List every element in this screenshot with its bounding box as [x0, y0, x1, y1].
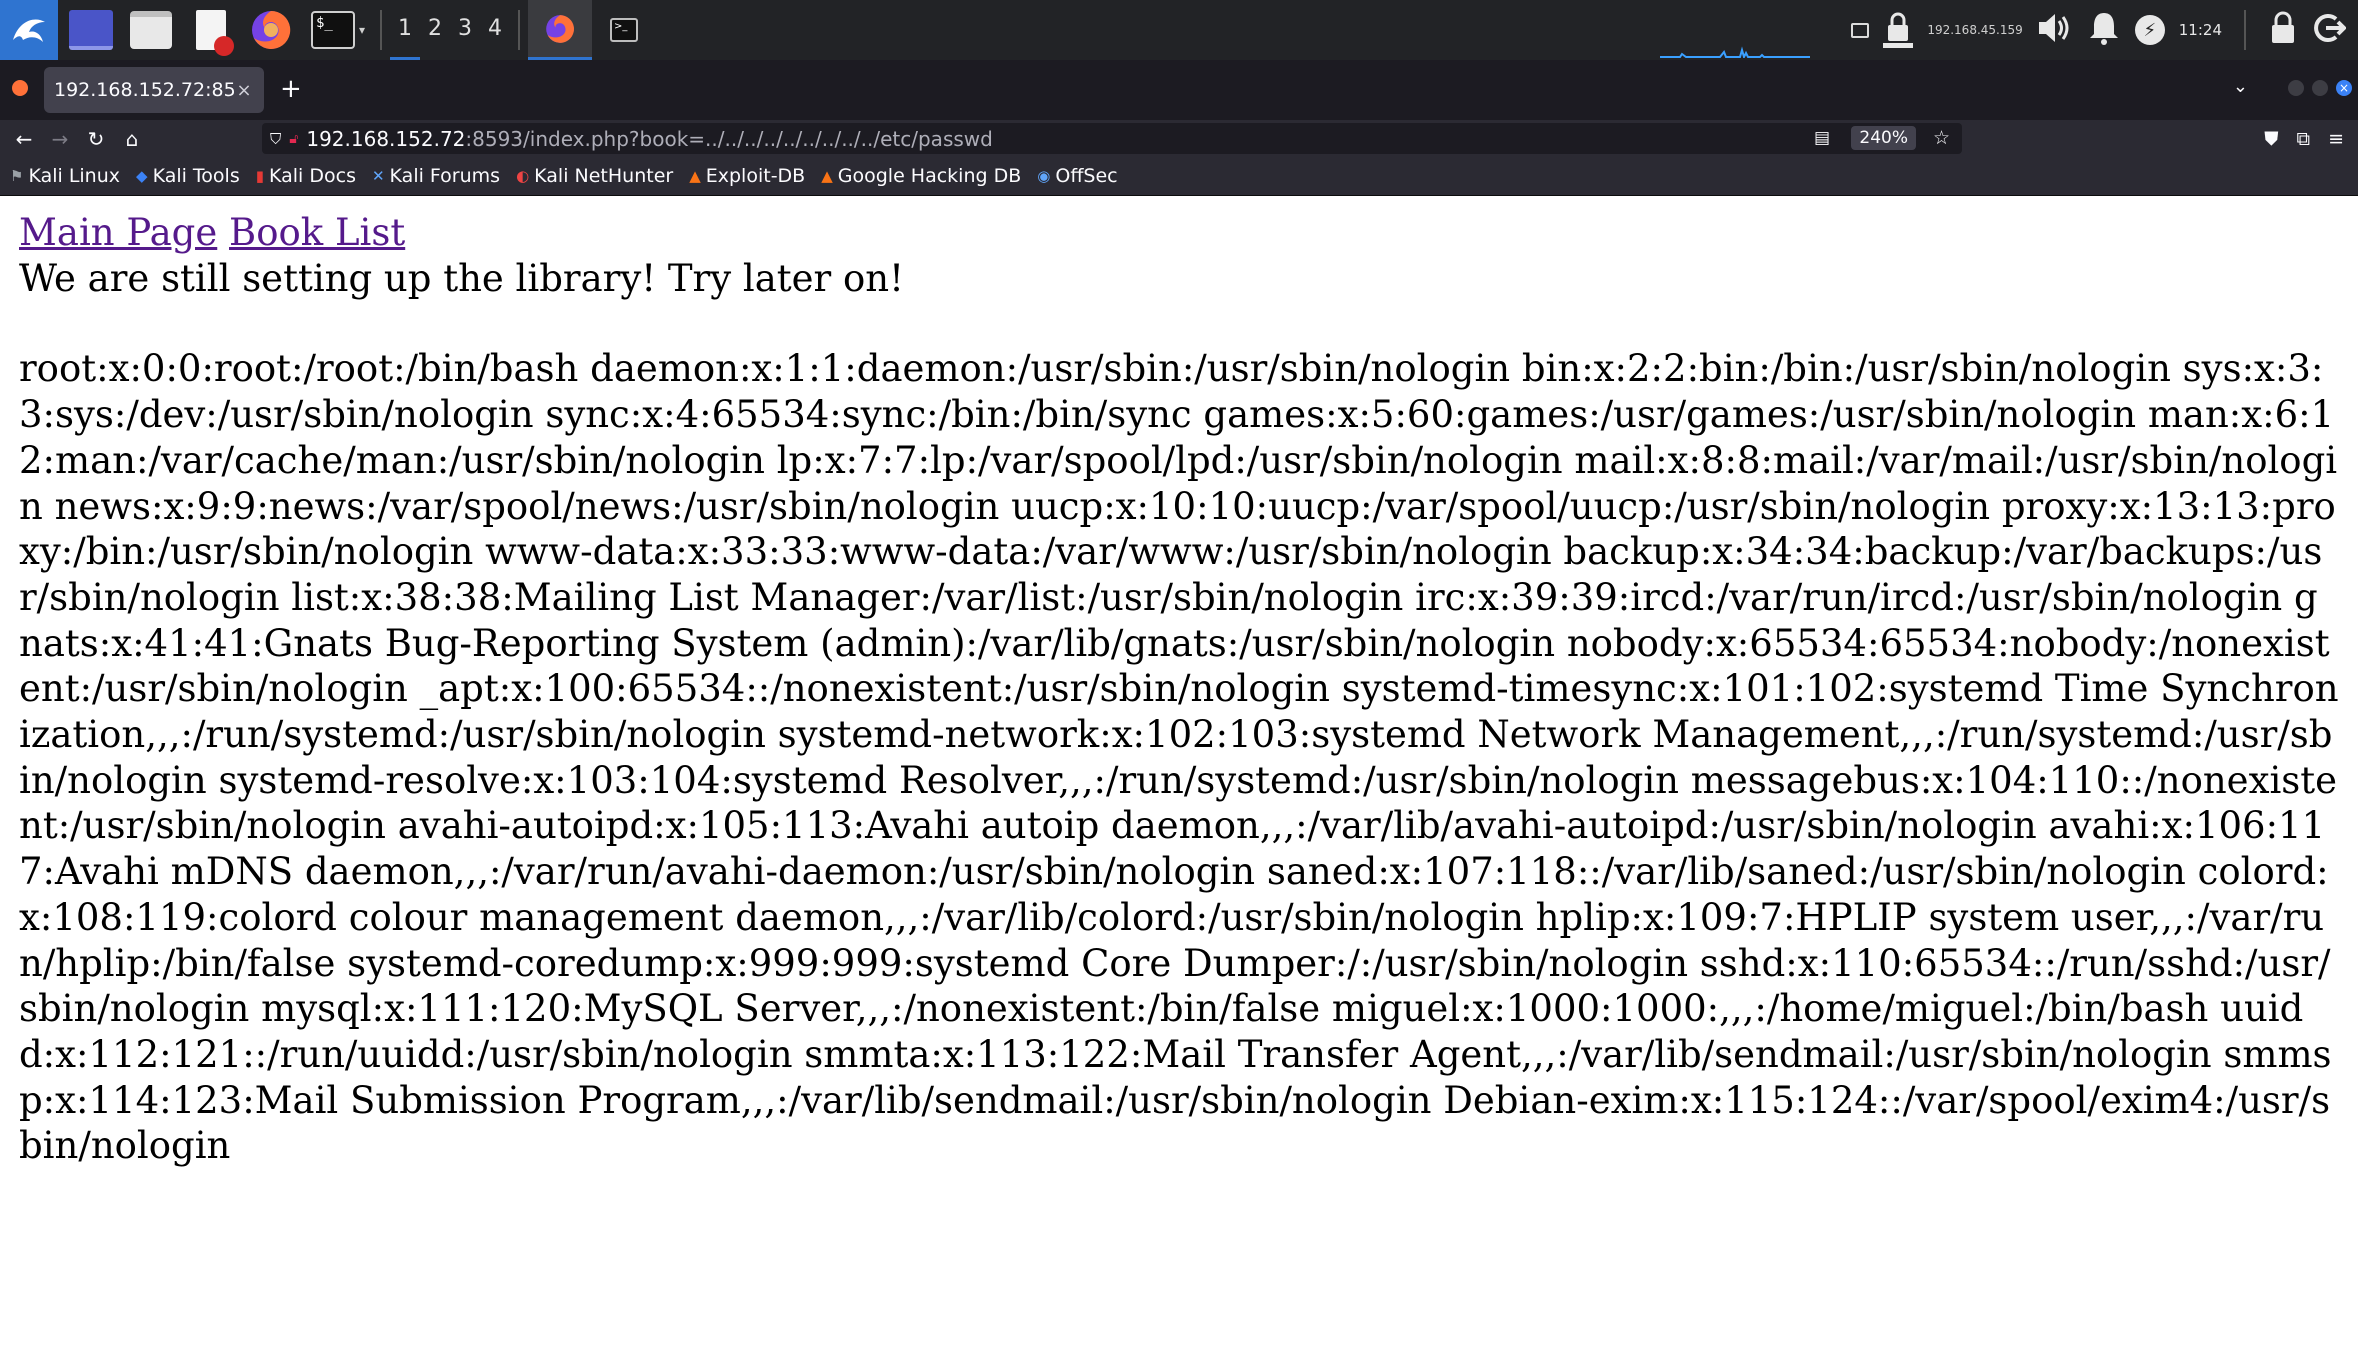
url-path: :8593/index.php?book=../../../../../../.… [465, 126, 993, 151]
tab-title: 192.168.152.72:8593 [54, 79, 234, 101]
lock-screen-icon[interactable] [2268, 11, 2298, 49]
window-close-button[interactable]: × [2336, 80, 2352, 96]
url-bar[interactable]: ⛉ 🔓︎ 192.168.152.72:8593/index.php?book=… [262, 123, 1962, 154]
app-menu-icon[interactable]: ≡ [2328, 128, 2344, 150]
panel-separator [518, 10, 520, 50]
exploit-db-icon: ▲ [689, 167, 701, 185]
taskbar-terminal-window[interactable]: >_ [592, 0, 656, 60]
ghdb-icon: ▲ [821, 167, 833, 185]
browser-tab-bar: 192.168.152.72:8593 × + ⌄ × [0, 60, 2358, 120]
back-arrow-icon[interactable]: ← [6, 127, 42, 151]
bookmark-label: Kali Tools [152, 165, 240, 187]
bookmark-label: OffSec [1055, 165, 1118, 187]
bookmark-kali-forums[interactable]: ✕ Kali Forums [372, 165, 500, 187]
home-icon[interactable]: ⌂ [114, 127, 150, 151]
notification-bell-icon[interactable] [2087, 10, 2121, 50]
main-page-link[interactable]: Main Page [19, 211, 217, 254]
bookmark-kali-docs[interactable]: ▮ Kali Docs [256, 165, 356, 187]
minimize-button[interactable] [2288, 80, 2304, 96]
zoom-level-button[interactable]: 240% [1851, 126, 1916, 150]
list-all-tabs-chevron-icon[interactable]: ⌄ [2233, 76, 2248, 97]
reload-icon[interactable]: ↻ [78, 127, 114, 151]
nethunter-icon: ◐ [516, 167, 530, 185]
status-message: We are still setting up the library! Try… [19, 256, 904, 300]
terminal-icon: >_ [610, 18, 638, 42]
file-content: root:x:0:0:root:/root:/bin/bash daemon:x… [19, 347, 2339, 1168]
url-host: 192.168.152.72 [306, 126, 466, 151]
bookmark-star-icon[interactable]: ☆ [1933, 127, 1950, 149]
bookmark-kali-tools[interactable]: ◆ Kali Tools [136, 165, 240, 187]
kali-tools-icon: ◆ [136, 167, 148, 185]
text-editor-button[interactable] [184, 3, 238, 57]
chevron-down-icon[interactable]: ▾ [359, 23, 365, 37]
panel-clock[interactable]: 11:24 [2179, 21, 2222, 39]
new-tab-button[interactable]: + [280, 74, 302, 104]
forward-arrow-icon[interactable]: → [42, 127, 78, 151]
pocket-icon[interactable]: ⛊ [2264, 128, 2278, 150]
desktop-icon [69, 10, 113, 50]
window-controls: × [2288, 80, 2352, 96]
text-editor-icon [196, 10, 234, 56]
terminal-icon: $_ [310, 11, 355, 49]
firefox-icon [546, 14, 574, 43]
extensions-icon[interactable]: ⧉ [2297, 128, 2311, 150]
bookmark-google-hacking-db[interactable]: ▲ Google Hacking DB [821, 165, 1021, 187]
bookmark-label: Kali Forums [389, 165, 501, 187]
volume-icon[interactable] [2037, 11, 2073, 49]
panel-separator [2244, 10, 2246, 50]
book-list-link[interactable]: Book List [229, 211, 405, 254]
bookmark-label: Exploit-DB [705, 165, 806, 187]
maximize-button[interactable] [2312, 80, 2328, 96]
workspace-2[interactable]: 2 [420, 0, 450, 60]
terminal-launcher-button[interactable]: $_ ▾ [304, 3, 372, 57]
insecure-lock-icon[interactable]: 🔓︎ [289, 131, 298, 147]
workspace-3[interactable]: 3 [450, 0, 480, 60]
firefox-view-icon[interactable] [12, 80, 28, 96]
network-lock-icon[interactable] [1883, 11, 1914, 49]
kali-dragon-icon: ⚑ [10, 167, 24, 185]
kali-dragon-icon [13, 19, 45, 42]
page-nav: Main Page Book List [19, 210, 2339, 256]
panel-separator [380, 10, 382, 50]
bookmark-kali-nethunter[interactable]: ◐ Kali NetHunter [516, 165, 673, 187]
tab-close-icon[interactable]: × [234, 80, 254, 101]
screen-icon[interactable] [1851, 22, 1870, 38]
browser-tab-active[interactable]: 192.168.152.72:8593 × [44, 67, 264, 113]
workspace-4[interactable]: 4 [480, 0, 510, 60]
bookmark-exploit-db[interactable]: ▲ Exploit-DB [689, 165, 805, 187]
top-panel: $_ ▾ 1 2 3 4 >_ 192.168.45.159 ⚡ 11:24 [0, 0, 2358, 60]
system-tray: 192.168.45.159 ⚡ 11:24 [1851, 0, 2358, 60]
bookmark-offsec[interactable]: ◉ OffSec [1037, 165, 1117, 187]
bookmark-label: Kali Linux [28, 165, 121, 187]
navigation-toolbar: ← → ↻ ⌂ ⛉ 🔓︎ 192.168.152.72:8593/index.p… [0, 120, 2358, 157]
ip-address-label: 192.168.45.159 [1927, 23, 2023, 37]
power-manager-icon[interactable]: ⚡ [2134, 15, 2165, 45]
kali-forums-icon: ✕ [371, 167, 385, 185]
bookmarks-toolbar: ⚑ Kali Linux ◆ Kali Tools ▮ Kali Docs ✕ Kali… [0, 157, 2358, 196]
tracking-protection-shield-icon[interactable]: ⛉ [270, 130, 281, 148]
bookmark-kali-linux[interactable]: ⚑ Kali Linux [10, 165, 120, 187]
kali-docs-icon: ▮ [255, 167, 264, 185]
toolbar-right-buttons: ⛊ ⧉ ≡ [2264, 120, 2358, 157]
web-page: Main Page Book List We are still setting… [19, 210, 2339, 1169]
workspace-1[interactable]: 1 [390, 0, 420, 60]
kali-menu-button[interactable] [0, 0, 58, 60]
reader-view-icon[interactable]: ▤ [1814, 128, 1830, 148]
firefox-icon [252, 10, 291, 49]
network-activity-graph [1660, 46, 1810, 58]
firefox-launcher-button[interactable] [244, 3, 298, 57]
bookmark-label: Kali NetHunter [534, 165, 674, 187]
file-manager-button[interactable] [124, 3, 178, 57]
folder-icon [130, 11, 172, 49]
workspace-switcher-app-button[interactable] [64, 3, 118, 57]
bookmark-label: Google Hacking DB [837, 165, 1022, 187]
logout-icon[interactable] [2312, 11, 2347, 49]
taskbar-firefox-window[interactable] [528, 0, 592, 60]
bookmark-label: Kali Docs [269, 165, 356, 187]
offsec-icon: ◉ [1037, 167, 1051, 185]
